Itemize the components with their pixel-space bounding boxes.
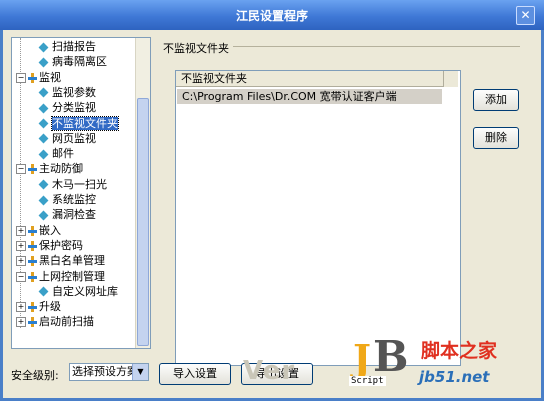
tree-item[interactable]: + 启动前扫描: [16, 315, 94, 329]
tree-item-label: 自定义网址库: [52, 284, 118, 298]
watermark-script-label: Script: [349, 376, 386, 386]
pin-icon: [28, 72, 37, 83]
list-header-label: 不监视文件夹: [181, 72, 247, 85]
tree-item-label: 病毒隔离区: [52, 55, 107, 69]
preset-select-value: 选择预设方案: [72, 365, 138, 378]
pin-icon: [28, 302, 37, 313]
tree-expander-icon[interactable]: +: [16, 240, 26, 251]
tree-item-label: 启动前扫描: [39, 315, 94, 329]
diamond-icon: [38, 195, 49, 205]
tree-item[interactable]: 木马一扫光: [38, 178, 107, 192]
tree-expander-icon[interactable]: +: [16, 317, 26, 328]
pin-icon: [28, 225, 37, 236]
diamond-icon: [38, 286, 49, 297]
list-item[interactable]: C:\Program Files\Dr.COM 宽带认证客户端: [177, 89, 442, 104]
diamond-icon: [38, 57, 49, 68]
close-icon[interactable]: ✕: [516, 6, 535, 25]
list-header-filler: [443, 71, 458, 87]
pin-icon: [28, 240, 37, 251]
tree-item-label: 邮件: [52, 147, 74, 161]
tree-scrollbar[interactable]: [135, 38, 150, 348]
diamond-icon: [38, 103, 49, 114]
tree-item-label: 黑白名单管理: [39, 254, 105, 268]
security-level-label: 安全级别:: [11, 369, 59, 382]
diamond-icon: [38, 118, 49, 129]
group-label: 不监视文件夹: [163, 42, 229, 55]
tree-item-label: 监视参数: [52, 85, 96, 99]
diamond-icon: [38, 87, 49, 98]
tree-item[interactable]: − 上网控制管理: [16, 270, 105, 284]
tree-item-label: 木马一扫光: [52, 177, 107, 191]
diamond-icon: [38, 42, 49, 52]
tree-item[interactable]: 邮件: [38, 147, 74, 161]
tree-item-label: 上网控制管理: [39, 269, 105, 283]
list-column-header[interactable]: 不监视文件夹: [176, 71, 458, 87]
window-title: 江民设置程序: [235, 9, 308, 23]
diamond-icon: [38, 179, 49, 190]
import-settings-button[interactable]: 导入设置: [159, 363, 231, 385]
watermark: Ver J B Script 脚本之家 jb51.net: [243, 330, 543, 400]
tree-item[interactable]: 分类监视: [38, 101, 96, 115]
tree-item[interactable]: 系统监控: [38, 193, 96, 207]
settings-window: 江民设置程序 ✕ 扫描报告 病毒隔离区 − 监视 监视参数 分类监视 不监视文件夹 网页监视邮…: [0, 0, 544, 401]
client-area: 扫描报告 病毒隔离区 − 监视 监视参数 分类监视 不监视文件夹 网页监视 邮件 − 主动防御 木马一…: [3, 30, 541, 398]
tree-item[interactable]: 监视参数: [38, 86, 96, 100]
tree-item[interactable]: 病毒隔离区: [38, 55, 107, 69]
tree-item-label: 嵌入: [39, 223, 61, 237]
group-divider: [233, 46, 520, 47]
chevron-down-icon[interactable]: ▼: [132, 364, 148, 380]
pin-icon: [28, 164, 37, 175]
tree-expander-icon[interactable]: −: [16, 72, 26, 83]
title-bar[interactable]: 江民设置程序 ✕: [0, 0, 544, 30]
tree-expander-icon[interactable]: +: [16, 256, 26, 267]
tree-item-label: 扫描报告: [52, 40, 96, 53]
watermark-site-name: 脚本之家: [421, 340, 498, 362]
tree-item[interactable]: 漏洞检查: [38, 208, 96, 222]
pin-icon: [28, 256, 37, 267]
tree-item[interactable]: + 黑白名单管理: [16, 254, 105, 268]
tree-item[interactable]: + 升级: [16, 300, 61, 314]
tree-item-label: 保护密码: [39, 238, 83, 252]
tree-expander-icon[interactable]: +: [16, 225, 26, 236]
tree-item[interactable]: 自定义网址库: [38, 285, 118, 299]
tree-item-label: 网页监视: [52, 131, 96, 145]
diamond-icon: [38, 210, 49, 221]
tree-item[interactable]: 扫描报告: [38, 40, 96, 54]
pin-icon: [28, 271, 37, 282]
tree-expander-icon[interactable]: −: [16, 164, 26, 175]
diamond-icon: [38, 133, 49, 144]
diamond-icon: [38, 149, 49, 160]
tree-item-label: 系统监控: [52, 193, 96, 206]
preset-select[interactable]: 选择预设方案 ▼: [69, 363, 149, 381]
tree-item[interactable]: 不监视文件夹: [38, 115, 119, 131]
tree-expander-icon[interactable]: +: [16, 302, 26, 313]
tree-item[interactable]: − 监视: [16, 71, 61, 85]
tree-expander-icon[interactable]: −: [16, 271, 26, 282]
settings-tree[interactable]: 扫描报告病毒隔离区 − 监视 监视参数分类监视 不监视文件夹 网页监视邮件 − 主动防御 木马一…: [11, 37, 151, 349]
tree-item-label: 分类监视: [52, 101, 96, 115]
tree-item[interactable]: + 嵌入: [16, 224, 61, 238]
add-button[interactable]: 添加: [473, 89, 519, 111]
excluded-folder-list[interactable]: 不监视文件夹 C:\Program Files\Dr.COM 宽带认证客户端: [175, 70, 461, 366]
tree-item-label: 监视: [39, 70, 61, 84]
watermark-ghost-text: Ver: [243, 356, 296, 386]
delete-button[interactable]: 删除: [473, 127, 519, 149]
tree-scroll-thumb[interactable]: [137, 98, 149, 346]
tree-item-label: 升级: [39, 300, 61, 314]
watermark-domain: jb51.net: [419, 368, 490, 386]
tree-item-label: 不监视文件夹: [51, 115, 119, 131]
tree-item[interactable]: − 主动防御: [16, 162, 83, 176]
pin-icon: [28, 317, 37, 328]
tree-item-label: 漏洞检查: [52, 208, 96, 222]
tree-item[interactable]: + 保护密码: [16, 239, 83, 253]
tree-item[interactable]: 网页监视: [38, 132, 96, 146]
tree-item-label: 主动防御: [39, 162, 83, 176]
